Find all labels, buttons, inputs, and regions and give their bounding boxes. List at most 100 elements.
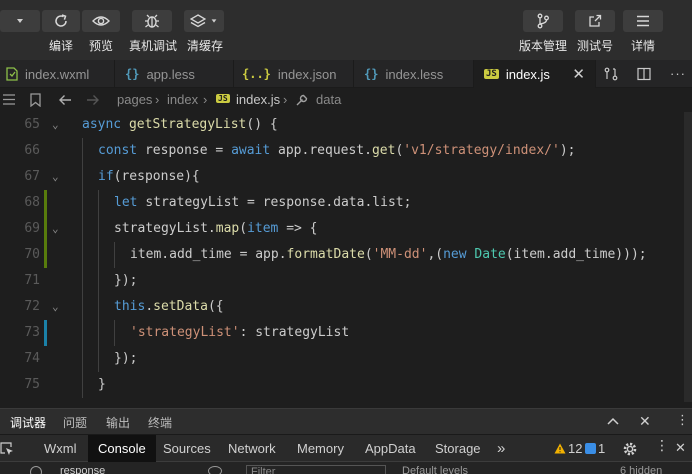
code-line[interactable]: 70 item.add_time = app.formatDate('MM-dd'… [0, 242, 692, 268]
breadcrumb-item-file[interactable]: index.js [236, 92, 280, 107]
wxml-file-icon [6, 67, 18, 81]
tab-storage[interactable]: Storage [435, 435, 481, 463]
details-button[interactable] [623, 10, 663, 32]
version-control-button[interactable] [523, 10, 563, 32]
compile-dropdown-button[interactable] [0, 10, 40, 32]
details-label: 详情 [630, 39, 655, 53]
code-line[interactable]: 73 'strategyList': strategyList [0, 320, 692, 346]
tab-index-wxml[interactable]: index.wxml [0, 60, 115, 88]
console-toolbar: response Filter Default levels 6 hidden [0, 462, 692, 474]
forward-arrow-icon[interactable] [86, 93, 100, 107]
tab-label: app.less [146, 66, 195, 82]
fold-chevron-icon[interactable]: ⌄ [52, 294, 64, 320]
code-text[interactable]: 'strategyList': strategyList [130, 320, 349, 346]
code-line[interactable]: 65 ⌄ async getStrategyList() { [0, 112, 692, 138]
context-select[interactable]: response [60, 465, 105, 474]
code-line[interactable]: 71}); [0, 268, 692, 294]
code-text[interactable]: this.setData({ [114, 294, 224, 320]
info-icon [585, 443, 596, 454]
code-editor[interactable]: 65 ⌄ async getStrategyList() {66 const resp… [0, 112, 692, 402]
more-actions-icon[interactable]: ⋮ [655, 437, 669, 454]
code-line[interactable]: 68 let strategyList = response.data.list; [0, 190, 692, 216]
compile-icon [55, 14, 67, 27]
code-token: app.request. [278, 143, 372, 158]
inspect-element-icon[interactable] [0, 442, 14, 456]
fold-chevron-icon[interactable]: ⌄ [52, 164, 64, 190]
code-line[interactable]: 67 ⌄ if(response){ [0, 164, 692, 190]
tab-sources[interactable]: Sources [163, 435, 211, 463]
close-devtools-icon[interactable]: ✕ [675, 440, 686, 456]
tab-memory[interactable]: Memory [297, 435, 344, 463]
gear-icon[interactable] [622, 441, 638, 457]
line-number: 66 [24, 143, 40, 158]
code-token: const [98, 143, 145, 158]
info-count[interactable]: 1 [598, 435, 605, 463]
code-token: ); [559, 143, 576, 158]
js-file-icon: JS [216, 94, 230, 103]
external-link-icon [589, 14, 602, 27]
tab-console[interactable]: Console [88, 435, 156, 463]
filter-input[interactable]: Filter [246, 465, 386, 474]
tab-index-json[interactable]: {..} index.json [234, 60, 354, 88]
indent-guide [82, 346, 83, 372]
breadcrumb-item-index[interactable]: index [167, 92, 198, 107]
code-text[interactable]: item.add_time = app.formatDate('MM-dd',(… [130, 242, 647, 268]
tab-terminal[interactable]: 终端 [148, 414, 172, 431]
menu-icon[interactable] [3, 94, 15, 105]
code-line[interactable]: 66 const response = await app.request.get… [0, 138, 692, 164]
code-text[interactable]: let strategyList = response.data.list; [114, 190, 411, 216]
tab-output[interactable]: 输出 [106, 414, 130, 431]
tab-app-less[interactable]: {} app.less [115, 60, 234, 88]
line-number: 75 [24, 377, 40, 392]
preview-button[interactable] [82, 10, 120, 32]
close-tab-icon[interactable]: ✕ [572, 65, 585, 83]
warning-count[interactable]: 12 [568, 435, 582, 463]
breadcrumb-item-pages[interactable]: pages [117, 92, 152, 107]
breadcrumb-item-data[interactable]: data [316, 92, 341, 107]
code-text[interactable]: const response = await app.request.get('… [98, 138, 575, 164]
more-actions-icon[interactable]: ⋮ [676, 412, 689, 428]
clear-console-icon[interactable] [30, 466, 42, 474]
code-text[interactable]: } [98, 372, 106, 398]
code-token: 'MM-dd' [372, 247, 428, 262]
tab-index-js[interactable]: JS index.js ✕ [474, 60, 596, 88]
code-text[interactable]: }); [114, 346, 137, 372]
eye-icon[interactable] [208, 466, 222, 474]
debug-panel-header: 调试器 问题 输出 终端 ✕ ⋮ [0, 408, 692, 434]
clear-cache-button[interactable] [184, 10, 224, 32]
version-control-label: 版本管理 [518, 39, 567, 53]
compare-changes-icon[interactable] [604, 67, 618, 81]
tab-label: index.less [385, 66, 444, 82]
more-actions-icon[interactable]: ··· [670, 66, 686, 81]
fold-chevron-icon[interactable]: ⌄ [52, 216, 64, 242]
code-token: : strategyList [239, 325, 350, 340]
code-text[interactable]: }); [114, 268, 137, 294]
tab-wxml[interactable]: Wxml [44, 435, 77, 463]
back-arrow-icon[interactable] [58, 93, 72, 107]
tab-index-less[interactable]: {} index.less [354, 60, 474, 88]
code-line[interactable]: 74}); [0, 346, 692, 372]
indent-guide [98, 294, 99, 320]
line-number: 72 [24, 299, 40, 314]
fold-chevron-icon[interactable]: ⌄ [52, 112, 64, 138]
more-tabs-icon[interactable]: » [497, 435, 505, 463]
test-account-button[interactable] [575, 10, 615, 32]
chevron-up-icon[interactable] [607, 417, 619, 425]
code-line[interactable]: 75} [0, 372, 692, 398]
tab-debugger[interactable]: 调试器 [10, 414, 46, 431]
tab-problems[interactable]: 问题 [63, 414, 87, 431]
code-text[interactable]: async getStrategyList() { [82, 112, 278, 138]
code-text[interactable]: if(response){ [98, 164, 200, 190]
compile-button[interactable] [42, 10, 80, 32]
tab-appdata[interactable]: AppData [365, 435, 416, 463]
code-token: (response){ [113, 169, 200, 184]
bookmark-icon[interactable] [30, 93, 41, 107]
close-panel-icon[interactable]: ✕ [639, 413, 651, 430]
tab-network[interactable]: Network [228, 435, 276, 463]
remote-debug-button[interactable] [132, 10, 172, 32]
log-levels-select[interactable]: Default levels [402, 465, 468, 474]
code-line[interactable]: 69 ⌄ strategyList.map(item => { [0, 216, 692, 242]
code-text[interactable]: strategyList.map(item => { [114, 216, 318, 242]
code-line[interactable]: 72 ⌄ this.setData({ [0, 294, 692, 320]
split-editor-icon[interactable] [637, 67, 651, 81]
